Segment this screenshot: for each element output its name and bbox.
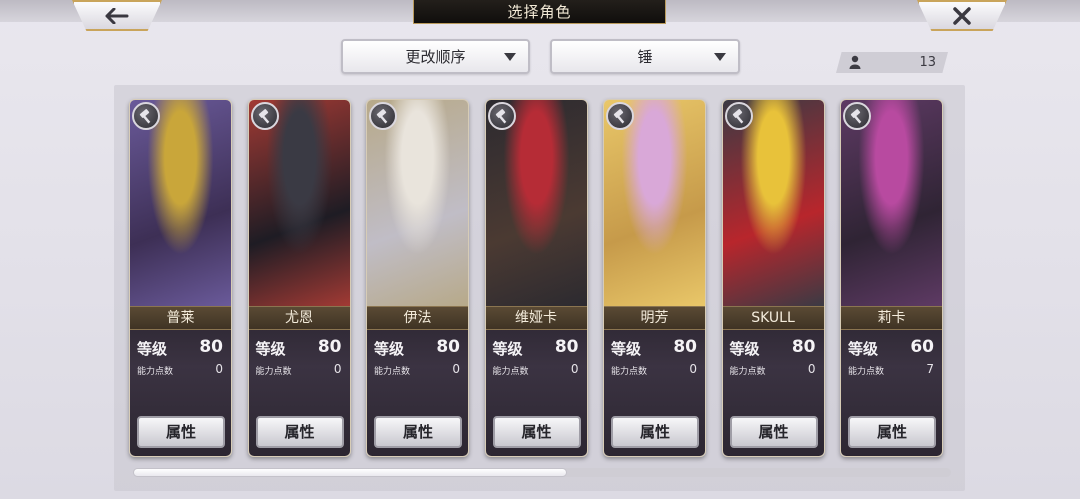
character-portrait <box>722 100 824 306</box>
attributes-button[interactable]: 属性 <box>255 416 344 448</box>
level-value: 80 <box>673 337 697 357</box>
ability-points-value: 0 <box>215 362 223 376</box>
close-x-icon <box>953 6 971 25</box>
ability-points-value: 0 <box>807 362 816 376</box>
character-count-badge: 13 <box>836 52 948 73</box>
weapon-filter-label: 锤 <box>637 48 653 66</box>
page-title: 选择角色 <box>413 0 666 24</box>
ability-points-label: 能力点数 <box>374 367 411 377</box>
character-portrait <box>130 100 231 306</box>
level-label: 等级 <box>255 340 286 358</box>
character-portrait <box>841 100 942 306</box>
level-label: 等级 <box>611 340 642 358</box>
ability-points-value: 0 <box>570 362 579 376</box>
chevron-down-icon <box>504 53 516 61</box>
hammer-weapon-icon <box>843 102 871 130</box>
attributes-button[interactable]: 属性 <box>848 416 936 448</box>
horizontal-scrollbar[interactable] <box>133 468 951 477</box>
ability-points-value: 0 <box>452 362 460 376</box>
level-value: 80 <box>436 337 460 357</box>
character-card[interactable]: SKULL 等级 80 能力点数 0 属性 <box>721 99 825 457</box>
sort-order-label: 更改顺序 <box>405 48 466 66</box>
level-label: 等级 <box>374 340 405 358</box>
level-value: 80 <box>554 337 579 357</box>
attributes-button[interactable]: 属性 <box>729 416 818 448</box>
sort-order-dropdown[interactable]: 更改顺序 <box>341 39 530 74</box>
character-card[interactable]: 维娅卡 等级 80 能力点数 0 属性 <box>484 99 588 457</box>
ability-points-label: 能力点数 <box>255 367 292 377</box>
hammer-weapon-icon <box>606 102 634 130</box>
level-label: 等级 <box>492 340 523 358</box>
ability-points-label: 能力点数 <box>729 367 766 377</box>
character-portrait <box>604 100 705 306</box>
character-card[interactable]: 普莱 等级 80 能力点数 0 属性 <box>129 99 232 457</box>
character-name: 伊法 <box>367 306 468 330</box>
ability-points-label: 能力点数 <box>137 367 174 377</box>
close-button[interactable] <box>917 0 1007 31</box>
ability-points-label: 能力点数 <box>611 367 648 377</box>
character-count: 13 <box>919 55 936 70</box>
attributes-button[interactable]: 属性 <box>137 416 225 448</box>
scrollbar-thumb[interactable] <box>133 468 567 477</box>
hammer-weapon-icon <box>132 102 160 130</box>
character-name: 莉卡 <box>841 306 942 330</box>
character-card[interactable]: 尤恩 等级 80 能力点数 0 属性 <box>247 99 351 457</box>
level-label: 等级 <box>137 340 168 358</box>
level-value: 60 <box>910 337 934 357</box>
weapon-filter-dropdown[interactable]: 锤 <box>550 39 740 74</box>
arrow-left-icon <box>105 7 129 24</box>
hammer-weapon-icon <box>369 102 397 130</box>
character-name: 尤恩 <box>248 306 350 330</box>
hammer-weapon-icon <box>487 102 516 130</box>
hammer-weapon-icon <box>724 102 753 130</box>
ability-points-value: 0 <box>333 362 342 376</box>
ability-points-value: 0 <box>689 362 697 376</box>
hammer-weapon-icon <box>250 102 279 130</box>
character-card[interactable]: 莉卡 等级 60 能力点数 7 属性 <box>840 99 943 457</box>
level-value: 80 <box>317 337 342 357</box>
back-button[interactable] <box>72 0 162 31</box>
character-name: 普莱 <box>130 306 231 330</box>
attributes-button[interactable]: 属性 <box>374 416 462 448</box>
character-portrait <box>248 100 350 306</box>
attributes-button[interactable]: 属性 <box>492 416 581 448</box>
attributes-button[interactable]: 属性 <box>611 416 699 448</box>
ability-points-label: 能力点数 <box>492 367 529 377</box>
ability-points-value: 7 <box>926 362 934 376</box>
chevron-down-icon <box>714 53 726 61</box>
level-label: 等级 <box>729 340 760 358</box>
level-value: 80 <box>791 337 816 357</box>
user-icon <box>849 55 861 73</box>
character-portrait <box>485 100 587 306</box>
ability-points-label: 能力点数 <box>848 367 885 377</box>
level-value: 80 <box>199 337 223 357</box>
character-card[interactable]: 伊法 等级 80 能力点数 0 属性 <box>366 99 469 457</box>
character-name: 维娅卡 <box>485 306 587 330</box>
character-portrait <box>367 100 468 306</box>
character-name: 明芳 <box>604 306 705 330</box>
level-label: 等级 <box>848 340 879 358</box>
character-card[interactable]: 明芳 等级 80 能力点数 0 属性 <box>603 99 706 457</box>
character-name: SKULL <box>722 306 824 330</box>
